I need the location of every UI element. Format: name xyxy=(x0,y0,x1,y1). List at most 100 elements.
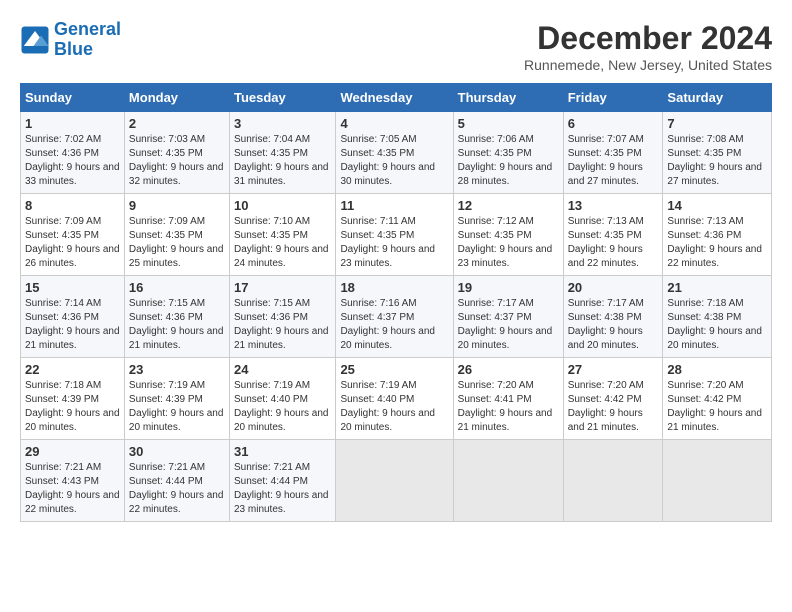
calendar-cell: 8 Sunrise: 7:09 AMSunset: 4:35 PMDayligh… xyxy=(21,194,125,276)
calendar-header-row: SundayMondayTuesdayWednesdayThursdayFrid… xyxy=(21,84,772,112)
day-number: 23 xyxy=(129,362,225,377)
day-number: 21 xyxy=(667,280,767,295)
calendar-cell: 19 Sunrise: 7:17 AMSunset: 4:37 PMDaylig… xyxy=(453,276,563,358)
day-number: 20 xyxy=(568,280,659,295)
day-info: Sunrise: 7:20 AMSunset: 4:42 PMDaylight:… xyxy=(667,380,762,433)
day-number: 16 xyxy=(129,280,225,295)
day-number: 8 xyxy=(25,198,120,213)
calendar-cell: 2 Sunrise: 7:03 AMSunset: 4:35 PMDayligh… xyxy=(124,112,229,194)
logo-line2: Blue xyxy=(54,39,93,59)
calendar-table: SundayMondayTuesdayWednesdayThursdayFrid… xyxy=(20,83,772,522)
day-number: 24 xyxy=(234,362,331,377)
calendar-cell: 13 Sunrise: 7:13 AMSunset: 4:35 PMDaylig… xyxy=(563,194,663,276)
week-row-4: 22 Sunrise: 7:18 AMSunset: 4:39 PMDaylig… xyxy=(21,358,772,440)
day-info: Sunrise: 7:15 AMSunset: 4:36 PMDaylight:… xyxy=(234,298,329,351)
week-row-2: 8 Sunrise: 7:09 AMSunset: 4:35 PMDayligh… xyxy=(21,194,772,276)
day-info: Sunrise: 7:21 AMSunset: 4:44 PMDaylight:… xyxy=(234,462,329,515)
day-info: Sunrise: 7:20 AMSunset: 4:41 PMDaylight:… xyxy=(458,380,553,433)
day-info: Sunrise: 7:11 AMSunset: 4:35 PMDaylight:… xyxy=(340,216,435,269)
calendar-cell: 22 Sunrise: 7:18 AMSunset: 4:39 PMDaylig… xyxy=(21,358,125,440)
title-area: December 2024 Runnemede, New Jersey, Uni… xyxy=(524,20,772,73)
calendar-cell: 7 Sunrise: 7:08 AMSunset: 4:35 PMDayligh… xyxy=(663,112,772,194)
day-number: 9 xyxy=(129,198,225,213)
day-info: Sunrise: 7:21 AMSunset: 4:44 PMDaylight:… xyxy=(129,462,224,515)
calendar-cell: 26 Sunrise: 7:20 AMSunset: 4:41 PMDaylig… xyxy=(453,358,563,440)
day-info: Sunrise: 7:19 AMSunset: 4:39 PMDaylight:… xyxy=(129,380,224,433)
day-number: 27 xyxy=(568,362,659,377)
calendar-cell: 21 Sunrise: 7:18 AMSunset: 4:38 PMDaylig… xyxy=(663,276,772,358)
calendar-cell xyxy=(563,440,663,522)
day-number: 4 xyxy=(340,116,448,131)
calendar-cell: 17 Sunrise: 7:15 AMSunset: 4:36 PMDaylig… xyxy=(229,276,335,358)
calendar-cell xyxy=(663,440,772,522)
day-info: Sunrise: 7:09 AMSunset: 4:35 PMDaylight:… xyxy=(129,216,224,269)
day-info: Sunrise: 7:08 AMSunset: 4:35 PMDaylight:… xyxy=(667,134,762,187)
calendar-cell: 28 Sunrise: 7:20 AMSunset: 4:42 PMDaylig… xyxy=(663,358,772,440)
day-number: 22 xyxy=(25,362,120,377)
column-header-saturday: Saturday xyxy=(663,84,772,112)
day-number: 12 xyxy=(458,198,559,213)
day-number: 1 xyxy=(25,116,120,131)
calendar-cell: 12 Sunrise: 7:12 AMSunset: 4:35 PMDaylig… xyxy=(453,194,563,276)
calendar-cell: 14 Sunrise: 7:13 AMSunset: 4:36 PMDaylig… xyxy=(663,194,772,276)
page-subtitle: Runnemede, New Jersey, United States xyxy=(524,57,772,73)
calendar-cell: 4 Sunrise: 7:05 AMSunset: 4:35 PMDayligh… xyxy=(336,112,453,194)
week-row-3: 15 Sunrise: 7:14 AMSunset: 4:36 PMDaylig… xyxy=(21,276,772,358)
day-info: Sunrise: 7:16 AMSunset: 4:37 PMDaylight:… xyxy=(340,298,435,351)
column-header-wednesday: Wednesday xyxy=(336,84,453,112)
column-header-friday: Friday xyxy=(563,84,663,112)
logo-icon xyxy=(20,25,50,55)
calendar-cell xyxy=(336,440,453,522)
week-row-1: 1 Sunrise: 7:02 AMSunset: 4:36 PMDayligh… xyxy=(21,112,772,194)
column-header-monday: Monday xyxy=(124,84,229,112)
day-info: Sunrise: 7:07 AMSunset: 4:35 PMDaylight:… xyxy=(568,134,644,187)
day-info: Sunrise: 7:18 AMSunset: 4:38 PMDaylight:… xyxy=(667,298,762,351)
week-row-5: 29 Sunrise: 7:21 AMSunset: 4:43 PMDaylig… xyxy=(21,440,772,522)
day-info: Sunrise: 7:04 AMSunset: 4:35 PMDaylight:… xyxy=(234,134,329,187)
day-number: 30 xyxy=(129,444,225,459)
column-header-thursday: Thursday xyxy=(453,84,563,112)
day-number: 29 xyxy=(25,444,120,459)
day-number: 2 xyxy=(129,116,225,131)
calendar-cell: 20 Sunrise: 7:17 AMSunset: 4:38 PMDaylig… xyxy=(563,276,663,358)
day-number: 28 xyxy=(667,362,767,377)
calendar-cell: 30 Sunrise: 7:21 AMSunset: 4:44 PMDaylig… xyxy=(124,440,229,522)
day-number: 15 xyxy=(25,280,120,295)
page-title: December 2024 xyxy=(524,20,772,57)
calendar-cell: 16 Sunrise: 7:15 AMSunset: 4:36 PMDaylig… xyxy=(124,276,229,358)
calendar-cell: 1 Sunrise: 7:02 AMSunset: 4:36 PMDayligh… xyxy=(21,112,125,194)
day-info: Sunrise: 7:09 AMSunset: 4:35 PMDaylight:… xyxy=(25,216,120,269)
calendar-cell: 27 Sunrise: 7:20 AMSunset: 4:42 PMDaylig… xyxy=(563,358,663,440)
calendar-cell: 15 Sunrise: 7:14 AMSunset: 4:36 PMDaylig… xyxy=(21,276,125,358)
day-number: 11 xyxy=(340,198,448,213)
day-number: 17 xyxy=(234,280,331,295)
calendar-cell: 6 Sunrise: 7:07 AMSunset: 4:35 PMDayligh… xyxy=(563,112,663,194)
day-number: 25 xyxy=(340,362,448,377)
day-number: 18 xyxy=(340,280,448,295)
logo-line1: General xyxy=(54,19,121,39)
day-info: Sunrise: 7:17 AMSunset: 4:38 PMDaylight:… xyxy=(568,298,644,351)
day-number: 31 xyxy=(234,444,331,459)
logo-text: General Blue xyxy=(54,20,121,60)
day-info: Sunrise: 7:03 AMSunset: 4:35 PMDaylight:… xyxy=(129,134,224,187)
day-number: 13 xyxy=(568,198,659,213)
day-info: Sunrise: 7:17 AMSunset: 4:37 PMDaylight:… xyxy=(458,298,553,351)
day-number: 14 xyxy=(667,198,767,213)
calendar-cell: 3 Sunrise: 7:04 AMSunset: 4:35 PMDayligh… xyxy=(229,112,335,194)
column-header-tuesday: Tuesday xyxy=(229,84,335,112)
day-number: 6 xyxy=(568,116,659,131)
column-header-sunday: Sunday xyxy=(21,84,125,112)
day-info: Sunrise: 7:06 AMSunset: 4:35 PMDaylight:… xyxy=(458,134,553,187)
day-info: Sunrise: 7:02 AMSunset: 4:36 PMDaylight:… xyxy=(25,134,120,187)
day-info: Sunrise: 7:12 AMSunset: 4:35 PMDaylight:… xyxy=(458,216,553,269)
day-info: Sunrise: 7:18 AMSunset: 4:39 PMDaylight:… xyxy=(25,380,120,433)
day-info: Sunrise: 7:14 AMSunset: 4:36 PMDaylight:… xyxy=(25,298,120,351)
day-number: 10 xyxy=(234,198,331,213)
calendar-cell xyxy=(453,440,563,522)
day-info: Sunrise: 7:21 AMSunset: 4:43 PMDaylight:… xyxy=(25,462,120,515)
calendar-cell: 10 Sunrise: 7:10 AMSunset: 4:35 PMDaylig… xyxy=(229,194,335,276)
calendar-cell: 29 Sunrise: 7:21 AMSunset: 4:43 PMDaylig… xyxy=(21,440,125,522)
day-info: Sunrise: 7:05 AMSunset: 4:35 PMDaylight:… xyxy=(340,134,435,187)
day-info: Sunrise: 7:19 AMSunset: 4:40 PMDaylight:… xyxy=(234,380,329,433)
day-number: 26 xyxy=(458,362,559,377)
